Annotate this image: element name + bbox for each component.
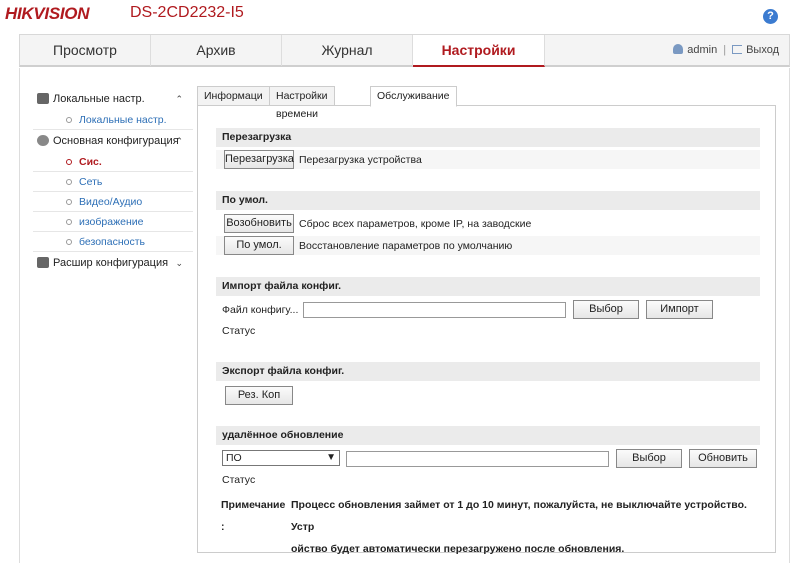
sidebar-item-network[interactable]: Сеть: [33, 172, 193, 192]
firmware-file-input[interactable]: [346, 451, 609, 467]
brand-logo: HIKVISION: [5, 4, 90, 23]
section-defaults-title: По умол.: [216, 191, 760, 210]
chevron-down-icon: ▼: [326, 452, 336, 463]
sidebar-group-local[interactable]: Локальные настр. ⌃: [33, 88, 193, 110]
sidebar-group-label: Локальные настр.: [53, 93, 145, 105]
section-import-title: Импорт файла конфиг.: [216, 277, 760, 296]
tab-info[interactable]: Информаци: [197, 86, 270, 106]
gear-icon: [37, 135, 49, 146]
content-panel: [197, 105, 776, 553]
nav-tab-settings[interactable]: Настройки: [413, 35, 545, 67]
upgrade-button[interactable]: Обновить: [689, 449, 757, 468]
bullet-icon: [66, 239, 72, 245]
username: admin: [687, 44, 718, 56]
section-reboot-title: Перезагрузка: [216, 128, 760, 147]
nav-tab-live[interactable]: Просмотр: [20, 35, 151, 66]
restore-desc: Сброс всех параметров, кроме IP, на заво…: [299, 218, 532, 230]
sidebar-item-image[interactable]: изображение: [33, 212, 193, 232]
user-icon: [673, 44, 684, 54]
bullet-icon: [66, 179, 72, 185]
default-desc: Восстановление параметров по умолчанию: [299, 240, 513, 252]
import-button[interactable]: Импорт: [646, 300, 713, 319]
browse-config-button[interactable]: Выбор: [573, 300, 639, 319]
browse-firmware-button[interactable]: Выбор: [616, 449, 682, 468]
tab-time-settings[interactable]: Настройки времени: [269, 86, 335, 120]
user-area: admin | Выход: [673, 35, 779, 66]
upgrade-type-select[interactable]: ПО ▼: [222, 450, 340, 466]
import-status-label: Статус: [222, 325, 256, 337]
sidebar-group-label: Основная конфигурация: [53, 135, 179, 147]
help-icon[interactable]: ?: [763, 9, 778, 24]
device-model: DS-2CD2232-I5: [130, 4, 244, 21]
sidebar-group-label: Расшир конфигурация: [53, 257, 169, 269]
nav-tab-log[interactable]: Журнал: [282, 35, 413, 66]
wrench-icon: [37, 257, 49, 268]
sidebar: Локальные настр. ⌃ Локальные настр. Осно…: [33, 88, 193, 274]
header: HIKVISION DS-2CD2232-I5 ?: [0, 0, 800, 34]
logout-link[interactable]: Выход: [746, 44, 779, 56]
sidebar-item-security[interactable]: безопасность: [33, 232, 193, 252]
config-file-label: Файл конфигу...: [222, 304, 299, 316]
tab-maintenance[interactable]: Обслуживание: [370, 86, 457, 107]
config-file-input[interactable]: [303, 302, 566, 318]
logout-icon[interactable]: [732, 45, 743, 54]
chevron-up-icon: ⌃: [175, 94, 183, 104]
bullet-icon: [66, 159, 72, 165]
backup-button[interactable]: Рез. Коп: [225, 386, 293, 405]
default-button[interactable]: По умол.: [224, 236, 294, 255]
main-nav: Просмотр Архив Журнал Настройки admin | Вы…: [19, 34, 790, 67]
sidebar-group-basic[interactable]: Основная конфигурация ⌃: [33, 130, 193, 152]
section-upgrade-title: удалённое обновление: [216, 426, 760, 445]
upgrade-note: Примечание : Процесс обновления займет о…: [221, 494, 761, 560]
bullet-icon: [66, 219, 72, 225]
bullet-icon: [66, 117, 72, 123]
monitor-icon: [37, 93, 49, 104]
restore-button[interactable]: Возобновить: [224, 214, 294, 233]
sidebar-group-advanced[interactable]: Расшир конфигурация ⌄: [33, 252, 193, 274]
nav-tab-archive[interactable]: Архив: [151, 35, 282, 66]
note-label: Примечание :: [221, 499, 286, 533]
note-line-2: ойство будет автоматически перезагружено…: [291, 543, 625, 555]
bullet-icon: [66, 199, 72, 205]
chevron-down-icon: ⌄: [175, 258, 183, 268]
row-bg: [216, 150, 760, 169]
note-line-1: Процесс обновления займет от 1 до 10 мин…: [291, 499, 747, 533]
sidebar-item-video-audio[interactable]: Видео/Аудио: [33, 192, 193, 212]
sidebar-item-system[interactable]: Сис.: [33, 152, 193, 172]
upgrade-status-label: Статус: [222, 474, 256, 486]
reboot-desc: Перезагрузка устройства: [299, 154, 422, 166]
sidebar-item-local[interactable]: Локальные настр.: [33, 110, 193, 130]
reboot-button[interactable]: Перезагрузка: [224, 150, 294, 169]
chevron-up-icon: ⌃: [175, 136, 183, 146]
section-export-title: Экспорт файла конфиг.: [216, 362, 760, 381]
